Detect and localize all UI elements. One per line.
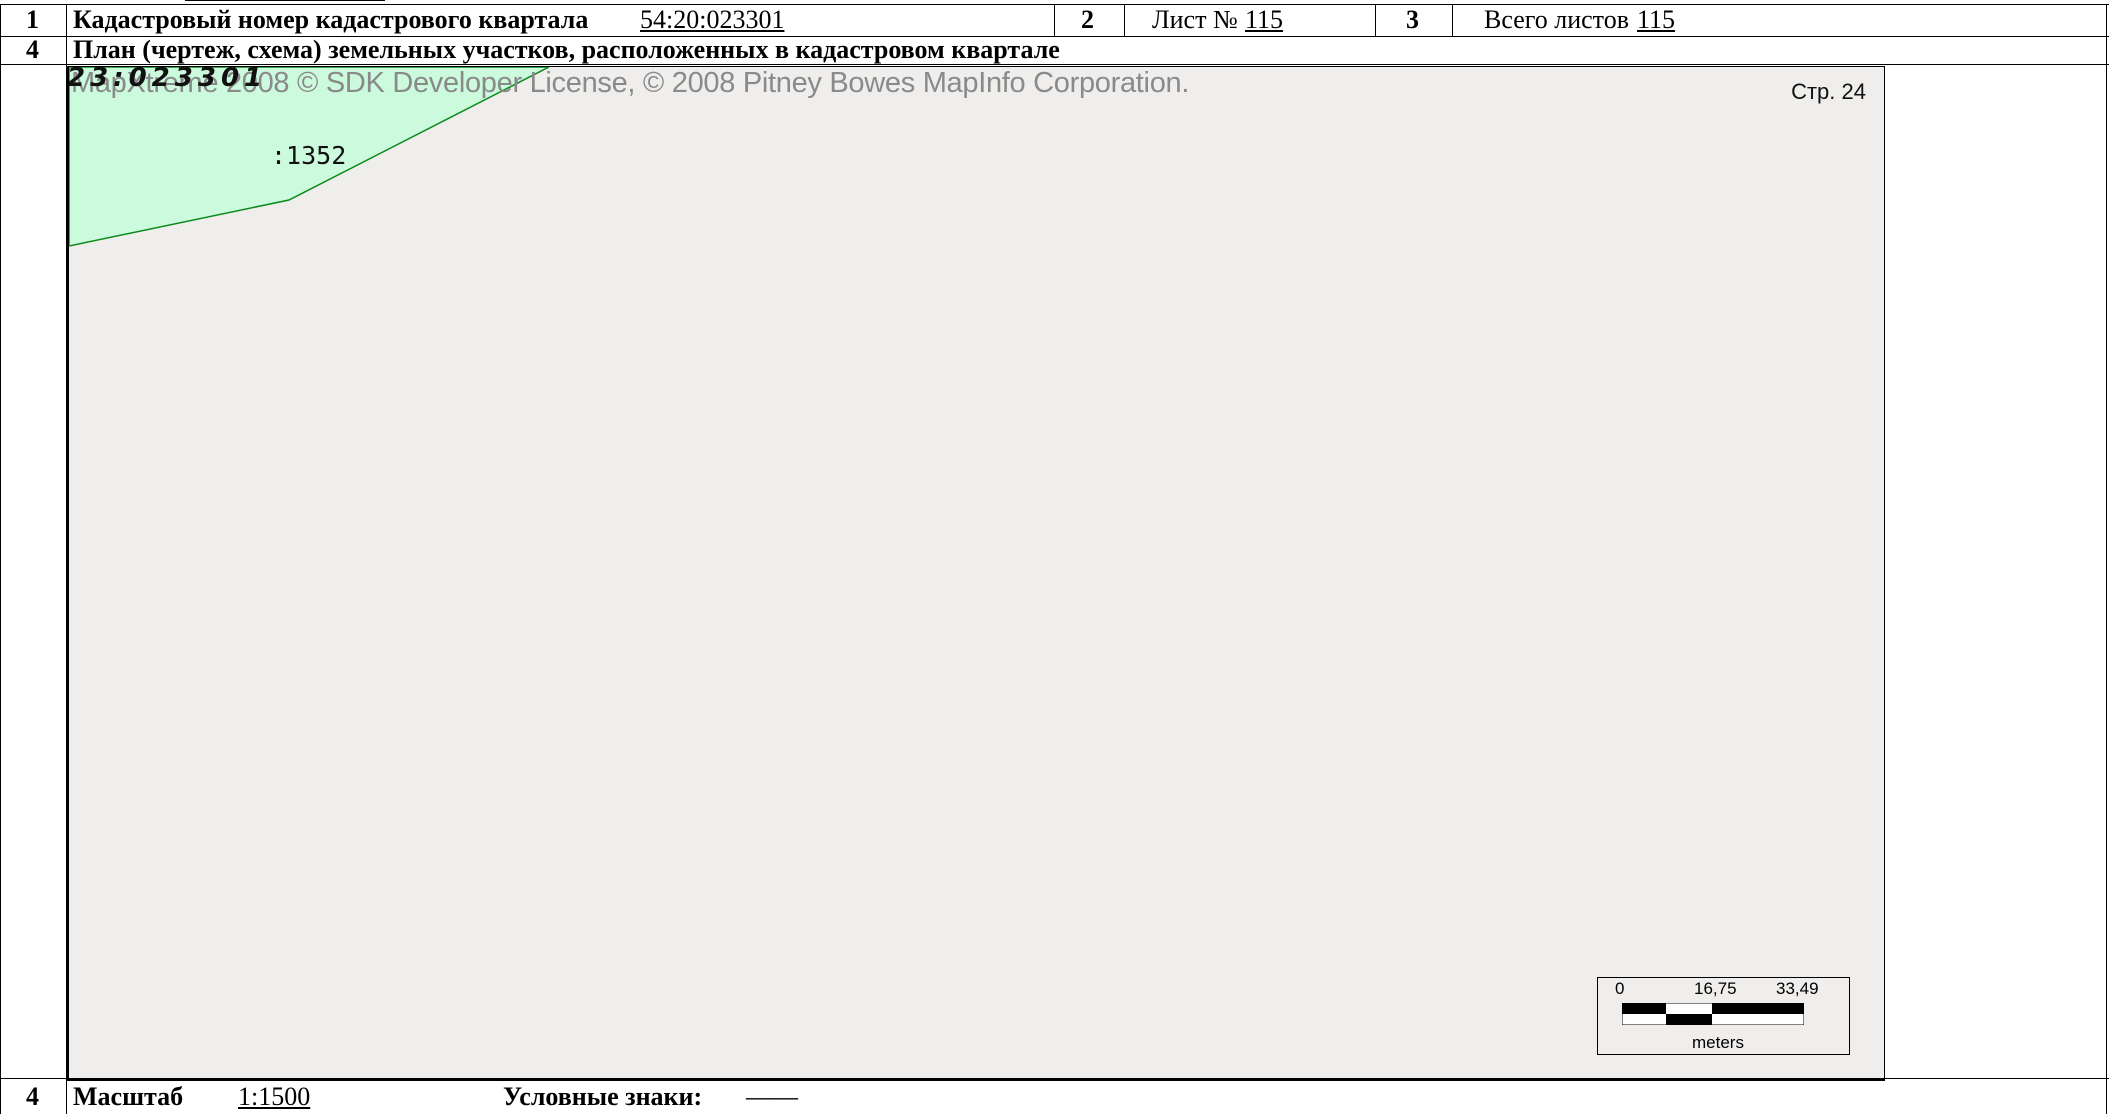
header-divider-b xyxy=(1124,4,1125,36)
field-number-3: 3 xyxy=(1406,5,1419,34)
sheet-label: Лист № xyxy=(1152,5,1238,34)
legend-line-symbol: —— xyxy=(746,1082,798,1111)
scale-tick-1: 16,75 xyxy=(1694,979,1737,998)
total-sheets-label: Всего листов xyxy=(1484,5,1629,34)
scale-unit-label: meters xyxy=(1692,1033,1744,1052)
map-page-label: Стр. 24 xyxy=(1791,79,1866,104)
sheet-number: 115 xyxy=(1245,5,1284,34)
total-sheets-number: 115 xyxy=(1637,5,1676,34)
legend-label: Условные знаки: xyxy=(503,1082,703,1111)
header-divider-d xyxy=(1452,4,1453,36)
row-number-4-footer: 4 xyxy=(26,1082,39,1111)
parcel-label: :1352 xyxy=(271,141,347,170)
scale-bar: 0 16,75 33,49 meters xyxy=(1597,977,1850,1055)
header-divider-c xyxy=(1375,4,1376,36)
field-number-2: 2 xyxy=(1081,5,1094,34)
header-divider-a xyxy=(1054,4,1055,36)
scale-bar-graphic xyxy=(1622,1003,1804,1025)
plan-title: План (чертеж, схема) земельных участков,… xyxy=(73,35,1060,64)
cadastral-map[interactable]: MapXtreme 2008 © SDK Developer License, … xyxy=(66,66,1885,1081)
scale-label: Масштаб xyxy=(73,1082,184,1111)
table-border-right xyxy=(2106,4,2107,1114)
top-underline-fragment xyxy=(185,0,385,1)
row-number-4-plan: 4 xyxy=(26,35,39,64)
scale-tick-0: 0 xyxy=(1615,979,1625,998)
scale-tick-2: 33,49 xyxy=(1776,979,1819,998)
table-border-left xyxy=(0,4,1,1114)
row-number-1: 1 xyxy=(26,5,39,34)
map-quarter-label: 23:023301 xyxy=(67,66,268,93)
cadastral-number: 54:20:023301 xyxy=(640,5,785,34)
cadastral-label: Кадастровый номер кадастрового квартала xyxy=(73,5,589,34)
map-canvas xyxy=(69,67,550,247)
scale-value: 1:1500 xyxy=(238,1082,311,1111)
